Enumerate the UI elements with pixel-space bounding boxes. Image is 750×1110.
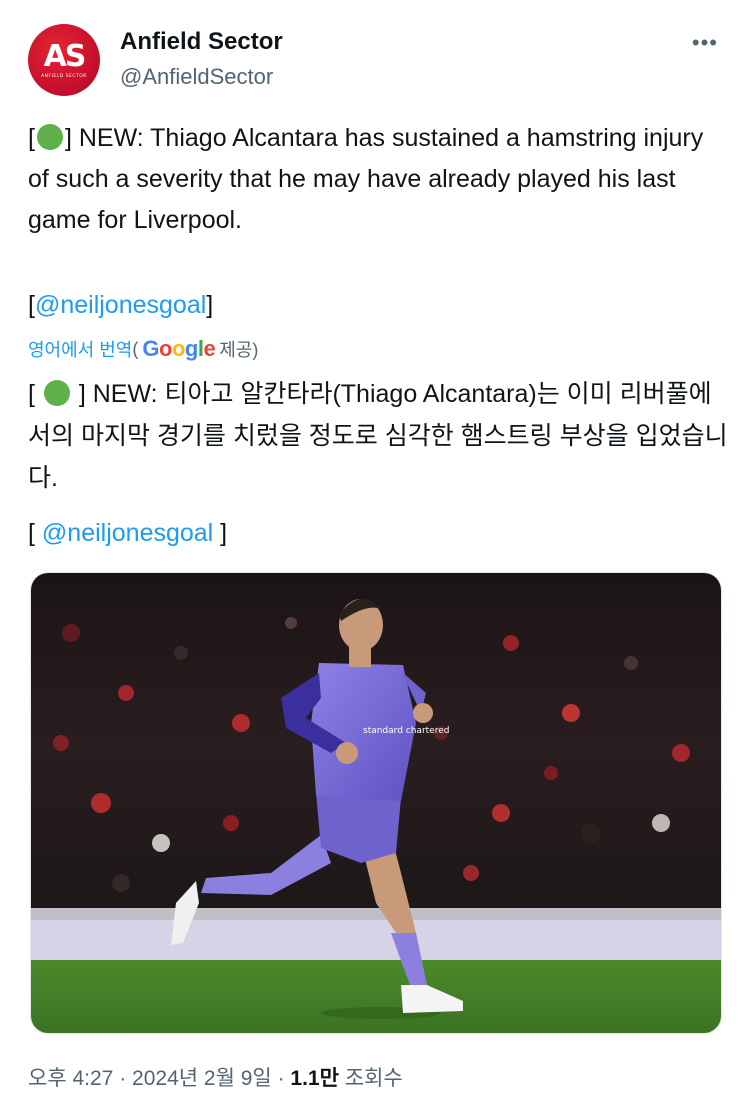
translated-text: [ ] NEW: 티아고 알칸타라(Thiago Alcantara)는 이미 … xyxy=(28,373,728,499)
bracket-close: ] xyxy=(206,291,214,319)
user-handle[interactable]: @AnfieldSector xyxy=(120,64,273,90)
tweet-meta: 오후 4:27 · 2024년 2월 9일 · 1.1만 조회수 xyxy=(28,1062,403,1092)
avatar-logo-text: AS xyxy=(43,38,87,74)
mention-link[interactable]: @neiljonesgoal xyxy=(42,519,213,547)
player-photo: standard chartered xyxy=(31,573,721,1033)
bracket-open: [ xyxy=(28,380,42,408)
translated-mention-line: [ @neiljonesgoal ] xyxy=(28,513,728,554)
avatar-logo-subtext: ANFIELD SECTOR xyxy=(41,73,87,79)
kit-sponsor: standard chartered xyxy=(363,726,449,736)
separator: · xyxy=(271,1067,291,1090)
bracket-open: [ xyxy=(28,291,35,319)
advertising-board xyxy=(31,920,721,960)
bracket-open: [ xyxy=(28,124,35,152)
tweet-header: AS ANFIELD SECTOR Anfield Sector @Anfiel… xyxy=(28,22,728,102)
avatar[interactable]: AS ANFIELD SECTOR xyxy=(28,24,100,96)
green-circle-icon xyxy=(43,380,70,406)
separator: · xyxy=(113,1067,133,1090)
tweet-photo[interactable]: standard chartered xyxy=(30,572,722,1034)
translation-attribution: 영어에서 번역 ( Google 제공) xyxy=(28,336,258,362)
tweet-text: [] NEW: Thiago Alcantara has sustained a… xyxy=(28,118,728,241)
paren-open: ( xyxy=(132,338,139,359)
view-count: 1.1만 xyxy=(290,1067,339,1090)
tweet-time[interactable]: 오후 4:27 xyxy=(28,1067,113,1090)
provided-by-label: 제공) xyxy=(219,340,259,360)
bracket-close: ] xyxy=(213,519,228,547)
bracket-open: [ xyxy=(28,519,42,547)
tweet-body: ] NEW: Thiago Alcantara has sustained a … xyxy=(28,124,704,234)
mention-line: [@neiljonesgoal] xyxy=(28,285,728,326)
mention-link[interactable]: @neiljonesgoal xyxy=(35,291,206,319)
green-circle-icon xyxy=(36,124,63,150)
more-options-icon[interactable]: ••• xyxy=(692,30,718,56)
display-name[interactable]: Anfield Sector xyxy=(120,28,283,56)
google-logo: Google xyxy=(142,336,216,361)
translated-body: ] NEW: 티아고 알칸타라(Thiago Alcantara)는 이미 리버… xyxy=(28,380,728,492)
tweet-date[interactable]: 2024년 2월 9일 xyxy=(132,1067,272,1090)
translated-from-label[interactable]: 영어에서 번역 xyxy=(28,336,132,362)
ad-board-top xyxy=(31,908,721,920)
view-label: 조회수 xyxy=(338,1067,403,1090)
pitch xyxy=(31,960,721,1033)
